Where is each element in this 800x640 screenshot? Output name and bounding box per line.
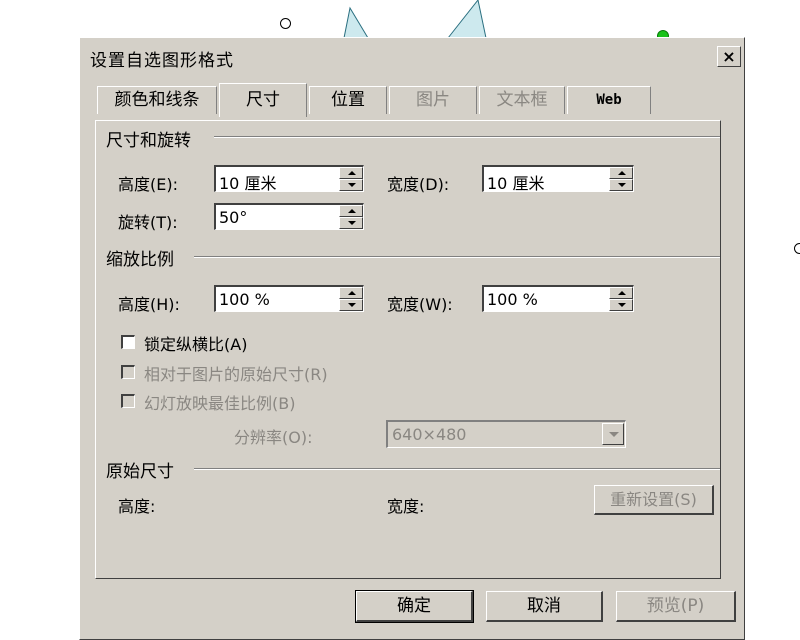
original-width-label: 宽度: (387, 497, 425, 516)
preview-button[interactable]: 预览(P) (616, 591, 736, 622)
tab-colors-lines[interactable]: 颜色和线条 (97, 86, 217, 114)
rotate-label: 旋转(T): (118, 213, 178, 232)
arrow-down-icon (348, 183, 356, 187)
spin-up-button[interactable] (609, 167, 633, 179)
spin-up-button[interactable] (339, 167, 363, 179)
section-original-size: 原始尺寸 (106, 462, 174, 482)
format-autoshape-dialog: 设置自选图形格式 × 颜色和线条 尺寸 位置 图片 文本框 Web 尺寸和旋转 … (79, 37, 745, 640)
spin-down-button[interactable] (339, 299, 363, 311)
spin-up-button[interactable] (609, 287, 633, 299)
arrow-up-icon (348, 209, 356, 213)
spin-down-button[interactable] (339, 179, 363, 191)
divider (214, 136, 720, 138)
scale-height-spinner[interactable]: 100 % (214, 285, 364, 312)
tab-textbox[interactable]: 文本框 (479, 86, 565, 114)
title-bar[interactable]: 设置自选图形格式 × (82, 40, 742, 71)
rotation-handle[interactable] (280, 18, 291, 29)
original-height-label: 高度: (118, 497, 156, 516)
close-icon: × (722, 47, 736, 66)
divider (194, 468, 720, 470)
dialog-title: 设置自选图形格式 (90, 51, 234, 71)
lock-aspect-label[interactable]: 锁定纵横比(A) (144, 331, 247, 355)
width-value: 10 厘米 (487, 174, 545, 193)
spin-up-button[interactable] (339, 287, 363, 299)
ok-button[interactable]: 确定 (355, 590, 474, 623)
width-spinner[interactable]: 10 厘米 (482, 165, 634, 193)
scale-height-value: 100 % (219, 290, 270, 309)
arrow-down-icon (348, 221, 356, 225)
spin-down-button[interactable] (609, 299, 633, 311)
spin-down-button[interactable] (339, 217, 363, 229)
resolution-value: 640×480 (392, 425, 467, 444)
size-tab-panel: 尺寸和旋转 高度(E): 10 厘米 宽度(D): 10 厘米 旋转(T): 5… (95, 120, 721, 579)
tab-web[interactable]: Web (567, 86, 651, 114)
height-spinner[interactable]: 10 厘米 (214, 165, 364, 193)
scale-width-label: 宽度(W): (387, 295, 453, 314)
arrow-down-icon (618, 303, 626, 307)
section-scale: 缩放比例 (106, 250, 174, 270)
cancel-button[interactable]: 取消 (486, 591, 603, 622)
arrow-down-icon (348, 303, 356, 307)
arrow-up-icon (618, 171, 626, 175)
spin-up-button[interactable] (339, 205, 363, 217)
chevron-down-icon (609, 432, 619, 437)
width-label: 宽度(D): (387, 175, 450, 194)
rotate-value: 50° (219, 208, 248, 227)
spin-down-button[interactable] (609, 179, 633, 191)
slideshow-best-scale-label: 幻灯放映最佳比例(B) (144, 394, 296, 413)
section-size-rotate: 尺寸和旋转 (106, 131, 191, 151)
height-value: 10 厘米 (219, 174, 277, 193)
arrow-up-icon (348, 171, 356, 175)
tab-position[interactable]: 位置 (309, 86, 387, 114)
rotate-spinner[interactable]: 50° (214, 203, 364, 230)
arrow-down-icon (618, 183, 626, 187)
relative-original-label: 相对于图片的原始尺寸(R) (144, 365, 328, 384)
dropdown-button[interactable] (602, 423, 624, 445)
scale-width-spinner[interactable]: 100 % (482, 285, 634, 312)
arrow-up-icon (348, 291, 356, 295)
resize-handle-right[interactable] (794, 243, 800, 254)
scale-width-value: 100 % (487, 290, 538, 309)
arrow-up-icon (618, 291, 626, 295)
divider (194, 256, 720, 258)
scale-height-label: 高度(H): (118, 295, 180, 314)
reset-button[interactable]: 重新设置(S) (594, 485, 714, 515)
height-label: 高度(E): (118, 175, 178, 194)
resolution-label: 分辨率(O): (234, 428, 313, 447)
close-button[interactable]: × (717, 46, 741, 67)
tab-size[interactable]: 尺寸 (219, 83, 307, 117)
tab-picture[interactable]: 图片 (389, 86, 477, 114)
relative-original-checkbox[interactable] (121, 365, 135, 379)
resolution-select[interactable]: 640×480 (386, 420, 626, 448)
lock-aspect-checkbox[interactable] (121, 335, 135, 349)
slideshow-best-scale-checkbox[interactable] (121, 394, 135, 408)
